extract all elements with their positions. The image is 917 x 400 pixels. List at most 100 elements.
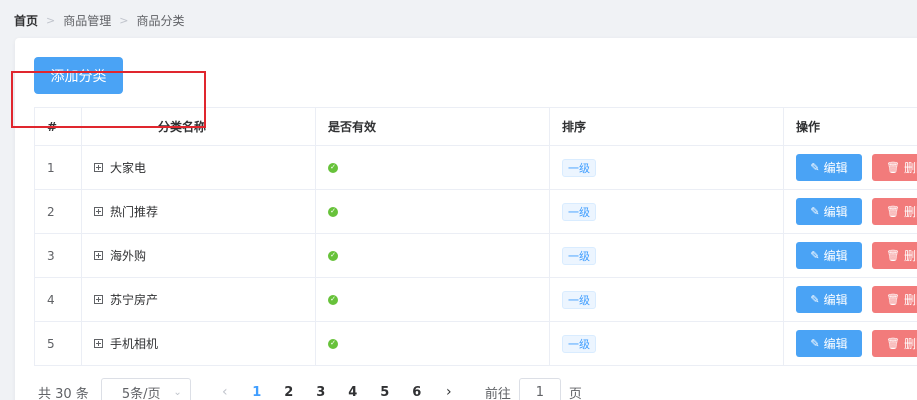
delete-label: 删除: [903, 337, 917, 351]
header-index: #: [34, 108, 81, 145]
row-name-cell: 热门推荐: [81, 190, 315, 233]
category-name: 手机相机: [110, 337, 159, 351]
row-index: 5: [34, 322, 81, 365]
expand-icon[interactable]: [94, 295, 103, 304]
category-name: 苏宁房产: [110, 293, 159, 307]
breadcrumb-separator-icon: >: [46, 13, 56, 27]
row-index: 3: [34, 234, 81, 277]
edit-label: 编辑: [823, 161, 848, 175]
page-number[interactable]: 5: [369, 385, 401, 400]
expand-icon[interactable]: [94, 207, 103, 216]
prev-page-icon[interactable]: ‹: [209, 384, 241, 400]
table-row: 5 手机相机 ✓ 一级 ✎ 编辑 🗑 删除: [34, 322, 917, 366]
row-valid-cell: ✓: [315, 190, 549, 233]
row-index: 2: [34, 190, 81, 233]
category-table: # 分类名称 是否有效 排序 操作 1 大家电 ✓ 一级 ✎ 编辑 🗑 删除: [34, 107, 917, 366]
edit-button[interactable]: ✎ 编辑: [796, 330, 862, 357]
delete-button[interactable]: 🗑 删除: [872, 242, 917, 269]
edit-icon: ✎: [810, 293, 820, 306]
row-actions-cell: ✎ 编辑 🗑 删除: [783, 322, 917, 365]
table-row: 1 大家电 ✓ 一级 ✎ 编辑 🗑 删除: [34, 146, 917, 190]
delete-button[interactable]: 🗑 删除: [872, 154, 917, 181]
row-valid-cell: ✓: [315, 234, 549, 277]
page-number[interactable]: 6: [401, 385, 433, 400]
level-tag: 一级: [562, 202, 596, 221]
row-actions-cell: ✎ 编辑 🗑 删除: [783, 190, 917, 233]
pagination-total: 共 30 条: [38, 386, 89, 400]
row-name-cell: 手机相机: [81, 322, 315, 365]
row-name-cell: 苏宁房产: [81, 278, 315, 321]
row-name-cell: 大家电: [81, 146, 315, 189]
check-circle-icon: ✓: [328, 338, 338, 349]
row-valid-cell: ✓: [315, 278, 549, 321]
edit-icon: ✎: [810, 205, 820, 218]
header-actions: 操作: [783, 108, 917, 145]
delete-button[interactable]: 🗑 删除: [872, 286, 917, 313]
row-valid-cell: ✓: [315, 146, 549, 189]
pagination: 共 30 条 5条/页 ⌄ ‹ 1 2 3 4 5 6 › 前往 1 页: [38, 378, 582, 400]
level-tag: 一级: [562, 334, 596, 353]
row-level-cell: 一级: [549, 322, 783, 365]
trash-icon: 🗑: [886, 337, 900, 350]
trash-icon: 🗑: [886, 205, 900, 218]
trash-icon: 🗑: [886, 293, 900, 306]
check-circle-icon: ✓: [328, 162, 338, 173]
edit-label: 编辑: [823, 293, 848, 307]
chevron-down-icon: ⌄: [173, 386, 182, 398]
delete-label: 删除: [903, 249, 917, 263]
row-index: 1: [34, 146, 81, 189]
row-level-cell: 一级: [549, 190, 783, 233]
breadcrumb-product-management: 商品管理: [63, 13, 112, 28]
header-is-valid: 是否有效: [315, 108, 549, 145]
delete-button[interactable]: 🗑 删除: [872, 330, 917, 357]
row-actions-cell: ✎ 编辑 🗑 删除: [783, 234, 917, 277]
edit-button[interactable]: ✎ 编辑: [796, 198, 862, 225]
row-level-cell: 一级: [549, 146, 783, 189]
row-level-cell: 一级: [549, 234, 783, 277]
edit-button[interactable]: ✎ 编辑: [796, 154, 862, 181]
row-name-cell: 海外购: [81, 234, 315, 277]
page-number[interactable]: 1: [241, 385, 273, 400]
goto-prefix: 前往: [484, 386, 511, 400]
level-tag: 一级: [562, 158, 596, 177]
delete-label: 删除: [903, 205, 917, 219]
page-size-select[interactable]: 5条/页 ⌄: [100, 378, 191, 400]
row-actions-cell: ✎ 编辑 🗑 删除: [783, 146, 917, 189]
table-row: 4 苏宁房产 ✓ 一级 ✎ 编辑 🗑 删除: [34, 278, 917, 322]
edit-label: 编辑: [823, 249, 848, 263]
edit-label: 编辑: [823, 337, 848, 351]
edit-icon: ✎: [810, 337, 820, 350]
delete-button[interactable]: 🗑 删除: [872, 198, 917, 225]
goto-page-input[interactable]: 1: [518, 378, 561, 400]
breadcrumb-separator-icon: >: [119, 13, 129, 27]
level-tag: 一级: [562, 290, 596, 309]
breadcrumb-product-category: 商品分类: [136, 13, 185, 28]
edit-icon: ✎: [810, 161, 820, 174]
page-number[interactable]: 2: [273, 385, 305, 400]
check-circle-icon: ✓: [328, 206, 338, 217]
next-page-icon[interactable]: ›: [433, 384, 465, 400]
row-actions-cell: ✎ 编辑 🗑 删除: [783, 278, 917, 321]
edit-button[interactable]: ✎ 编辑: [796, 242, 862, 269]
check-circle-icon: ✓: [328, 294, 338, 305]
expand-icon[interactable]: [94, 339, 103, 348]
table-row: 3 海外购 ✓ 一级 ✎ 编辑 🗑 删除: [34, 234, 917, 278]
expand-icon[interactable]: [94, 251, 103, 260]
expand-icon[interactable]: [94, 163, 103, 172]
row-level-cell: 一级: [549, 278, 783, 321]
trash-icon: 🗑: [886, 161, 900, 174]
page-number[interactable]: 3: [305, 385, 337, 400]
breadcrumb: 首页 > 商品管理 > 商品分类: [14, 11, 184, 29]
page-number[interactable]: 4: [337, 385, 369, 400]
level-tag: 一级: [562, 246, 596, 265]
page-jump: 前往 1 页: [485, 378, 582, 400]
page-size-value: 5条/页: [121, 386, 161, 400]
table-row: 2 热门推荐 ✓ 一级 ✎ 编辑 🗑 删除: [34, 190, 917, 234]
header-category-name: 分类名称: [81, 108, 315, 145]
table-header-row: # 分类名称 是否有效 排序 操作: [34, 108, 917, 146]
breadcrumb-home[interactable]: 首页: [14, 12, 38, 29]
category-name: 大家电: [110, 161, 147, 175]
edit-button[interactable]: ✎ 编辑: [796, 286, 862, 313]
add-category-button[interactable]: 添加分类: [34, 57, 123, 94]
header-sort: 排序: [549, 108, 783, 145]
